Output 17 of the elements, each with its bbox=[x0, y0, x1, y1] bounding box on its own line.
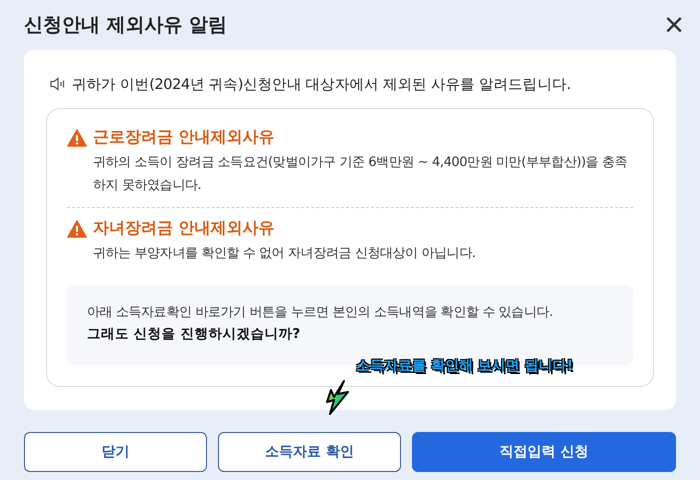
reason-title: 자녀장려금 안내제외사유 bbox=[93, 218, 275, 239]
warning-icon bbox=[67, 220, 87, 238]
notice-text: 귀하가 이번(2024년 귀속)신청안내 대상자에서 제외된 사유를 알려드립니다. bbox=[72, 76, 571, 94]
warning-icon bbox=[67, 128, 87, 146]
reason-title: 근로장려금 안내제외사유 bbox=[93, 127, 275, 148]
info-text: 아래 소득자료확인 바로가기 버튼을 누르면 본인의 소득내역을 확인할 수 있습니다. bbox=[87, 304, 554, 321]
annotation-text: 소득자료를 확인해 보시면 됩니다! bbox=[356, 357, 574, 375]
reason-text: 귀하는 부양자녀를 확인할 수 없어 자녀장려금 신청대상이 아닙니다. bbox=[93, 245, 477, 263]
speaker-icon bbox=[50, 77, 66, 91]
lightning-arrow-icon bbox=[326, 380, 352, 416]
question-text: 그래도 신청을 진행하시겠습니까? bbox=[87, 325, 302, 343]
dialog-button[interactable]: 닫기 bbox=[24, 432, 207, 472]
dialog-button[interactable]: 소득자료 확인 bbox=[218, 432, 401, 472]
dialog-button[interactable]: 직접입력 신청 bbox=[412, 432, 676, 472]
dialog-title: 신청안내 제외사유 알림 bbox=[24, 13, 228, 38]
close-button[interactable]: × bbox=[664, 8, 684, 42]
reason-text: 귀하의 소득이 장려금 소득요건(맞벌이가구 기준 6백만원 ~ 4,400만원 미만(부부합산))을 충족하지 못하였습니다. bbox=[93, 154, 628, 195]
